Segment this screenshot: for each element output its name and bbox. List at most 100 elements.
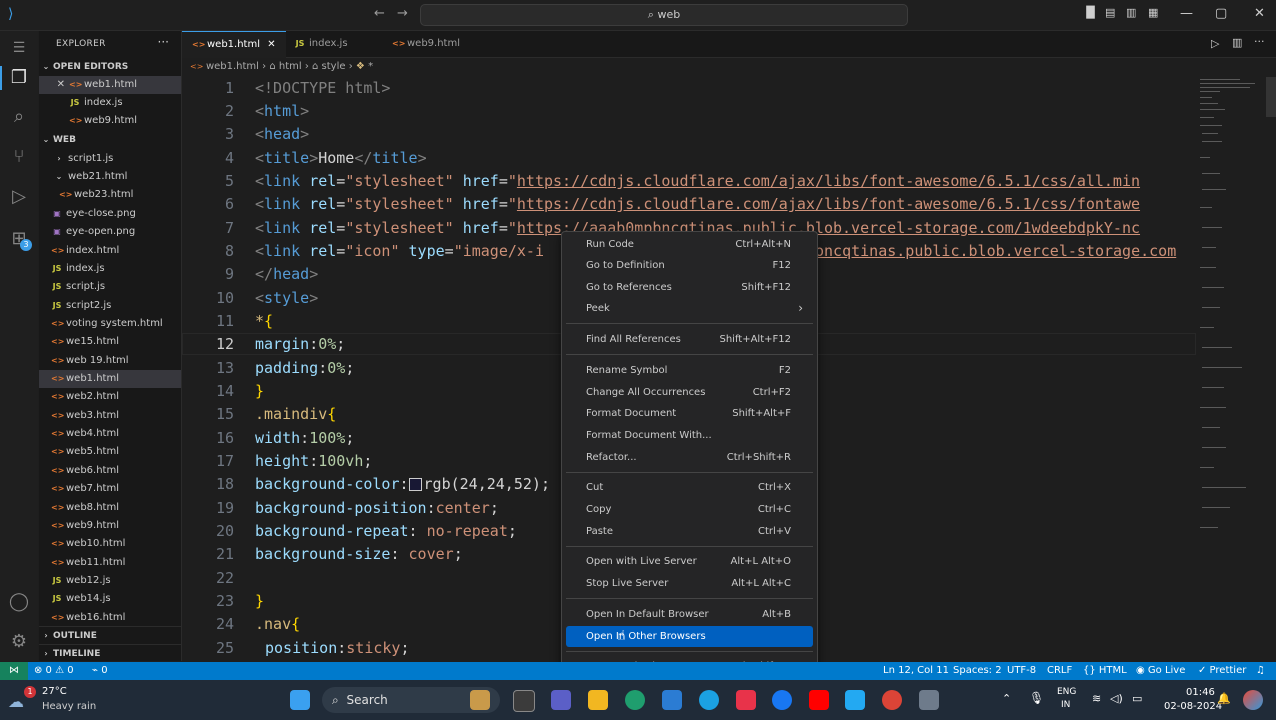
file-item[interactable]: <> we15.html <box>39 333 181 351</box>
weather-desc[interactable]: Heavy rain <box>42 701 96 712</box>
encoding[interactable]: UTF-8 <box>1007 662 1036 680</box>
edge-icon[interactable] <box>625 690 645 710</box>
file-item[interactable]: JS web12.js <box>39 572 181 590</box>
more-actions-icon[interactable]: ··· <box>1254 35 1265 48</box>
minimize-button[interactable]: — <box>1180 6 1193 21</box>
customize-layout-icon[interactable]: ▦ <box>1148 6 1158 19</box>
file-item[interactable]: JS index.js <box>39 260 181 278</box>
menu-item-format-document[interactable]: Format Document Shift+Alt+F <box>566 403 813 424</box>
file-item[interactable]: <> web1.html <box>39 370 181 388</box>
chrome-icon[interactable] <box>882 690 902 710</box>
clock-time[interactable]: 01:46 <box>1186 687 1215 698</box>
notification-bell-icon[interactable]: 🔔 <box>1217 692 1231 705</box>
minimap[interactable] <box>1196 77 1266 577</box>
file-item[interactable]: <> web7.html <box>39 480 181 498</box>
file-item[interactable]: <> voting system.html <box>39 315 181 333</box>
file-item[interactable]: <> index.html <box>39 242 181 260</box>
indentation[interactable]: Spaces: 2 <box>953 662 1002 680</box>
battery-icon[interactable]: ▭ <box>1132 692 1142 705</box>
menu-item-open-in-default-browser[interactable]: Open In Default Browser Alt+B <box>566 604 813 625</box>
clock-date[interactable]: 02-08-2024 <box>1164 701 1222 712</box>
file-item[interactable]: <> web 19.html <box>39 352 181 370</box>
prettier-status[interactable]: ✓ Prettier <box>1198 662 1246 680</box>
snipping-tool-icon[interactable] <box>919 690 939 710</box>
file-item[interactable]: <> web3.html <box>39 407 181 425</box>
menu-item-go-to-definition[interactable]: Go to Definition F12 <box>566 255 813 276</box>
open-editor-item[interactable]: ✕ <> web1.html <box>39 76 181 94</box>
microphone-icon[interactable]: 🎙 <box>1029 691 1044 705</box>
menu-item-find-all-references[interactable]: Find All References Shift+Alt+F12 <box>566 329 813 350</box>
edge-dev-icon[interactable] <box>699 690 719 710</box>
editor-scrollbar[interactable] <box>1266 77 1276 117</box>
account-icon[interactable]: ◯ <box>8 591 30 613</box>
toggle-sidebar-icon[interactable]: ▐▌ <box>1082 6 1099 19</box>
menu-item-open-in-other-browsers[interactable]: Open In Other Browsers <box>566 626 813 647</box>
file-item[interactable]: <> web11.html <box>39 554 181 572</box>
wifi-icon[interactable]: ≋ <box>1092 692 1101 705</box>
windows-start-icon[interactable] <box>290 690 310 710</box>
maximize-button[interactable]: ▢ <box>1215 6 1227 21</box>
file-item[interactable]: <> web8.html <box>39 499 181 517</box>
go-live-button[interactable]: ◉ Go Live <box>1136 662 1185 680</box>
file-item[interactable]: <> web6.html <box>39 462 181 480</box>
menu-item-format-document-with[interactable]: Format Document With... <box>566 425 813 446</box>
file-item[interactable]: JS script2.js <box>39 297 181 315</box>
menu-item-go-to-references[interactable]: Go to References Shift+F12 <box>566 277 813 298</box>
close-tab-icon[interactable]: ✕ <box>267 39 275 50</box>
menu-item-cut[interactable]: Cut Ctrl+X <box>566 477 813 498</box>
file-item[interactable]: JS web14.js <box>39 590 181 608</box>
toggle-panel-icon[interactable]: ▤ <box>1105 6 1115 19</box>
menu-item-copy[interactable]: Copy Ctrl+C <box>566 499 813 520</box>
ports-indicator[interactable]: ⌁ 0 <box>92 662 108 680</box>
remote-indicator-icon[interactable]: ⋈ <box>0 662 28 680</box>
file-item[interactable]: <> web16.html <box>39 609 181 627</box>
problems-indicator[interactable]: ⊗ 0 ⚠ 0 <box>34 662 74 680</box>
explorer-icon[interactable]: ❐ <box>8 67 30 89</box>
volume-icon[interactable]: ◁) <box>1110 692 1123 705</box>
menu-icon[interactable]: ☰ <box>8 37 30 59</box>
store-icon[interactable] <box>662 690 682 710</box>
search-icon[interactable]: ⌕ <box>8 106 30 128</box>
copilot-icon[interactable] <box>1243 690 1263 710</box>
file-item[interactable]: <> web23.html <box>39 186 181 204</box>
command-center-search[interactable]: ⌕ web <box>420 4 908 26</box>
open-editor-item[interactable]: <> web9.html <box>39 112 181 130</box>
close-icon[interactable]: ✕ <box>39 76 65 94</box>
close-window-button[interactable]: ✕ <box>1254 6 1265 21</box>
timeline-section[interactable]: › TIMELINE <box>39 644 181 661</box>
more-actions-icon[interactable]: ··· <box>158 35 169 49</box>
folder-item[interactable]: ⌄ web21.html <box>39 168 181 186</box>
weather-temp[interactable]: 27°C <box>42 686 67 697</box>
facebook-icon[interactable] <box>772 690 792 710</box>
web-folder-section[interactable]: ⌄ WEB <box>39 131 181 149</box>
teams-icon[interactable] <box>551 690 571 710</box>
menu-item-rename-symbol[interactable]: Rename Symbol F2 <box>566 360 813 381</box>
language-mode[interactable]: {} HTML <box>1083 662 1127 680</box>
youtube-icon[interactable] <box>809 690 829 710</box>
breadcrumb-html[interactable]: html <box>279 61 302 72</box>
source-control-icon[interactable]: ⑂ <box>8 146 30 168</box>
notifications-bell-icon[interactable]: ♫ <box>1256 662 1265 680</box>
region-indicator[interactable]: IN <box>1061 700 1070 710</box>
file-item[interactable]: ▣ eye-close.png <box>39 205 181 223</box>
file-item[interactable]: <> web5.html <box>39 443 181 461</box>
breadcrumb-style[interactable]: style <box>322 61 346 72</box>
file-item[interactable]: <> web9.html <box>39 517 181 535</box>
breadcrumb-file[interactable]: web1.html <box>206 61 259 72</box>
menu-item-open-with-live-server[interactable]: Open with Live Server Alt+L Alt+O <box>566 551 813 572</box>
weather-icon[interactable]: ☁ <box>8 692 24 711</box>
file-item[interactable]: JS script.js <box>39 278 181 296</box>
toggle-secondary-sidebar-icon[interactable]: ▥ <box>1126 6 1136 19</box>
language-indicator[interactable]: ENG <box>1057 687 1076 697</box>
tab-web9-html[interactable]: <> web9.html <box>382 31 484 57</box>
forward-arrow-icon[interactable]: → <box>397 6 408 21</box>
open-editor-item[interactable]: JS index.js <box>39 94 181 112</box>
vscode-taskbar-icon[interactable] <box>845 690 865 710</box>
menu-item-refactor[interactable]: Refactor... Ctrl+Shift+R <box>566 447 813 468</box>
open-editors-section[interactable]: ⌄ OPEN EDITORS <box>39 58 181 76</box>
menu-item-run-code[interactable]: Run Code Ctrl+Alt+N <box>566 234 813 255</box>
back-arrow-icon[interactable]: ← <box>374 6 385 21</box>
tab-index-js[interactable]: JS index.js <box>284 31 384 57</box>
mcafee-icon[interactable] <box>736 690 756 710</box>
line-endings[interactable]: CRLF <box>1047 662 1072 680</box>
